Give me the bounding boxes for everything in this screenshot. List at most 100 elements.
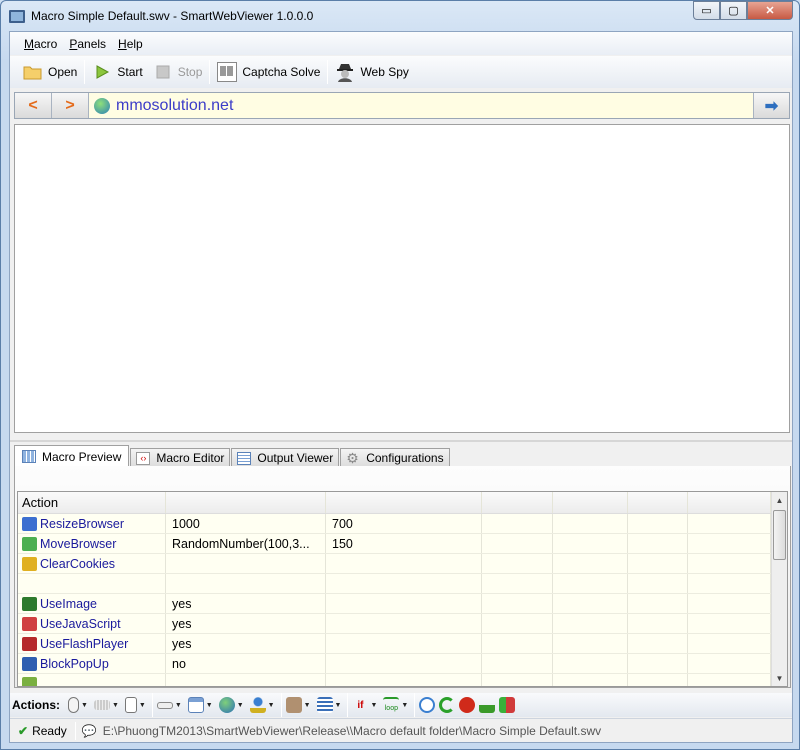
scroll-down-arrow[interactable]: ▼ xyxy=(772,670,787,686)
image-icon xyxy=(22,596,37,611)
cell-action xyxy=(18,674,166,686)
grid-icon xyxy=(22,450,36,463)
table-row[interactable]: ClearCookies xyxy=(18,554,787,574)
list-icon xyxy=(237,451,252,465)
window-icon[interactable] xyxy=(187,697,204,713)
cell-param-1: no xyxy=(166,654,326,673)
scroll-thumb[interactable] xyxy=(773,510,786,560)
block-popup-icon xyxy=(22,656,37,671)
app-window: Macro Simple Default.swv - SmartWebViewe… xyxy=(0,0,800,750)
tab-output-viewer[interactable]: Output Viewer xyxy=(231,448,340,467)
scroll-icon[interactable] xyxy=(124,697,137,713)
status-bar: ✔ Ready 💬 E:\PhuongTM2013\SmartWebViewer… xyxy=(10,718,792,742)
textbox-icon[interactable] xyxy=(156,701,173,709)
power-icon[interactable] xyxy=(459,697,476,713)
cell-action: UseJavaScript xyxy=(18,614,166,633)
cell-param-1 xyxy=(166,674,326,686)
stop-button[interactable]: Stop xyxy=(148,59,208,85)
action-icon xyxy=(22,676,37,686)
javascript-icon xyxy=(22,616,37,631)
column-header-action[interactable]: Action xyxy=(18,492,166,513)
cell-action: ResizeBrowser xyxy=(18,514,166,533)
exit-icon[interactable] xyxy=(499,697,516,713)
cell-param-2: 700 xyxy=(326,514,482,533)
cell-action: BlockPopUp xyxy=(18,654,166,673)
resize-icon xyxy=(22,516,37,531)
back-button[interactable]: < xyxy=(15,93,52,118)
vertical-scrollbar[interactable]: ▲ ▼ xyxy=(771,492,787,686)
loop-icon[interactable]: loop xyxy=(383,697,400,713)
network-icon[interactable] xyxy=(249,697,266,713)
actions-toolbar: Actions: ▼ ▼ ▼ ▼ ▼ ▼ ▼ ▼ ▼ if ▼ loop ▼ xyxy=(10,693,792,717)
web-spy-button[interactable]: Web Spy xyxy=(330,59,413,85)
list-icon[interactable] xyxy=(316,697,333,713)
cell-param-1: yes xyxy=(166,634,326,653)
table-row[interactable]: MoveBrowser RandomNumber(100,3... 150 xyxy=(18,534,787,554)
globe-icon xyxy=(94,97,110,114)
captcha-solve-button[interactable]: Captcha Solve xyxy=(212,59,325,85)
cell-action: MoveBrowser xyxy=(18,534,166,553)
refresh-icon[interactable] xyxy=(439,697,456,713)
cell-param-1 xyxy=(166,554,326,573)
table-row[interactable]: BlockPopUp no xyxy=(18,654,787,674)
cell-param-1: yes xyxy=(166,594,326,613)
alarm-clock-icon[interactable] xyxy=(419,697,436,713)
cell-action: UseFlashPlayer xyxy=(18,634,166,653)
cell-param-2 xyxy=(326,574,482,593)
browser-view[interactable] xyxy=(14,124,790,433)
broom-icon xyxy=(22,556,37,571)
globe-icon[interactable] xyxy=(218,697,235,713)
spy-icon xyxy=(335,63,355,82)
grid-header: Action xyxy=(18,492,787,514)
table-row[interactable]: UseImage yes xyxy=(18,594,787,614)
file-upload-icon[interactable] xyxy=(285,697,302,713)
address-bar: < > mmosolution.net ➡ xyxy=(14,92,790,119)
table-row[interactable] xyxy=(18,674,787,686)
file-path: E:\PhuongTM2013\SmartWebViewer\Release\\… xyxy=(102,723,602,738)
close-button[interactable]: ✕ xyxy=(747,1,793,20)
app-monitor-icon xyxy=(9,9,25,23)
menu-bar: Macro Panels Help xyxy=(10,32,792,55)
macro-grid: Action ResizeBrowser 1000 700 MoveBrowse… xyxy=(17,491,788,687)
table-row[interactable] xyxy=(18,574,787,594)
cell-param-2 xyxy=(326,554,482,573)
check-icon: ✔ xyxy=(18,723,29,738)
open-button[interactable]: Open xyxy=(18,59,82,85)
tab-configurations[interactable]: ⚙ Configurations xyxy=(340,448,450,467)
cell-param-1: 1000 xyxy=(166,514,326,533)
comment-icon: 💬 xyxy=(81,723,97,738)
barcode-icon xyxy=(217,62,238,82)
cell-param-1: yes xyxy=(166,614,326,633)
tab-macro-editor[interactable]: ‹› Macro Editor xyxy=(130,448,231,467)
menu-macro[interactable]: Macro xyxy=(24,37,57,51)
play-icon xyxy=(92,63,112,81)
flash-icon xyxy=(22,636,37,651)
keyboard-icon[interactable] xyxy=(93,700,110,710)
maximize-button[interactable]: ▢ xyxy=(720,1,747,20)
cell-action: UseImage xyxy=(18,594,166,613)
cell-param-2 xyxy=(326,634,482,653)
cleanup-icon[interactable] xyxy=(479,697,496,713)
cell-action xyxy=(18,574,166,593)
main-toolbar: Open Start Stop Captcha Solve Web Spy xyxy=(10,56,792,88)
table-row[interactable]: UseJavaScript yes xyxy=(18,614,787,634)
table-row[interactable]: ResizeBrowser 1000 700 xyxy=(18,514,787,534)
tab-macro-preview[interactable]: Macro Preview xyxy=(14,445,130,467)
url-input[interactable]: mmosolution.net xyxy=(116,97,233,115)
go-button[interactable]: ➡ xyxy=(753,93,789,118)
status-text: Ready xyxy=(32,723,67,738)
panel-splitter[interactable] xyxy=(10,440,792,442)
cell-param-2 xyxy=(326,614,482,633)
cell-param-1: RandomNumber(100,3... xyxy=(166,534,326,553)
table-row[interactable]: UseFlashPlayer yes xyxy=(18,634,787,654)
forward-button[interactable]: > xyxy=(52,93,89,118)
menu-help[interactable]: Help xyxy=(118,37,143,51)
menu-panels[interactable]: Panels xyxy=(69,37,106,51)
cell-action: ClearCookies xyxy=(18,554,166,573)
scroll-up-arrow[interactable]: ▲ xyxy=(772,492,787,508)
start-button[interactable]: Start xyxy=(87,59,147,85)
cell-param-1 xyxy=(166,574,326,593)
minimize-button[interactable]: ▭ xyxy=(693,1,720,20)
if-icon[interactable]: if xyxy=(352,697,368,713)
mouse-icon[interactable] xyxy=(68,697,79,713)
